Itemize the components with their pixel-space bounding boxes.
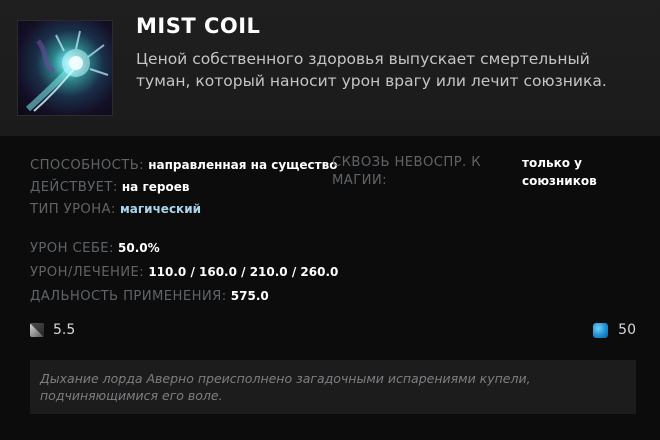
- attr-key: ДЕЙСТВУЕТ:: [30, 180, 118, 195]
- value-key: УРОН СЕБЕ:: [30, 241, 114, 256]
- attr-key: ТИП УРОНА:: [30, 202, 116, 217]
- lore-text: Дыхание лорда Аверно преисполнено загадо…: [30, 360, 636, 414]
- value-key: УРОН/ЛЕЧЕНИЕ:: [30, 265, 145, 280]
- attr-affects: ДЕЙСТВУЕТ: на героев: [30, 176, 337, 198]
- attr-value: только у союзников: [522, 156, 597, 188]
- value-damage-heal: УРОН/ЛЕЧЕНИЕ: 110.0 / 160.0 / 210.0 / 26…: [30, 260, 338, 284]
- value-key: ДАЛЬНОСТЬ ПРИМЕНЕНИЯ:: [30, 289, 227, 304]
- value-self-damage: УРОН СЕБЕ: 50.0%: [30, 236, 338, 260]
- attr-key: СКВОЗЬ НЕВОСПР. К МАГИИ:: [332, 155, 481, 188]
- value-cast-range: ДАЛЬНОСТЬ ПРИМЕНЕНИЯ: 575.0: [30, 284, 338, 308]
- ability-description: Ценой собственного здоровья выпускает см…: [136, 50, 607, 90]
- attr-ability-behavior: СПОСОБНОСТЬ: направленная на существо: [30, 154, 337, 176]
- mana-icon: [593, 322, 609, 338]
- attr-value: направленная на существо: [148, 158, 338, 172]
- mana-value: 50: [618, 322, 636, 338]
- ability-attributes: СПОСОБНОСТЬ: направленная на существо ДЕ…: [30, 154, 337, 220]
- value-value: 50.0%: [118, 241, 160, 255]
- cooldown: 5.5: [30, 320, 75, 340]
- tooltip-header: MIST COIL Ценой собственного здоровья вы…: [0, 0, 660, 136]
- ability-values: УРОН СЕБЕ: 50.0% УРОН/ЛЕЧЕНИЕ: 110.0 / 1…: [30, 236, 338, 308]
- cooldown-icon: [30, 323, 44, 337]
- attr-value: на героев: [121, 180, 190, 194]
- value-value: 575.0: [230, 289, 269, 303]
- attr-value: магический: [119, 202, 202, 216]
- mist-coil-icon: [17, 20, 113, 116]
- mana-cost: 50: [593, 320, 636, 340]
- attr-damage-type: ТИП УРОНА: магический: [30, 198, 337, 220]
- ability-title: MIST COIL: [136, 14, 261, 38]
- attr-key: СПОСОБНОСТЬ:: [30, 158, 144, 173]
- value-value: 110.0 / 160.0 / 210.0 / 260.0: [148, 265, 339, 279]
- cooldown-value: 5.5: [53, 322, 76, 338]
